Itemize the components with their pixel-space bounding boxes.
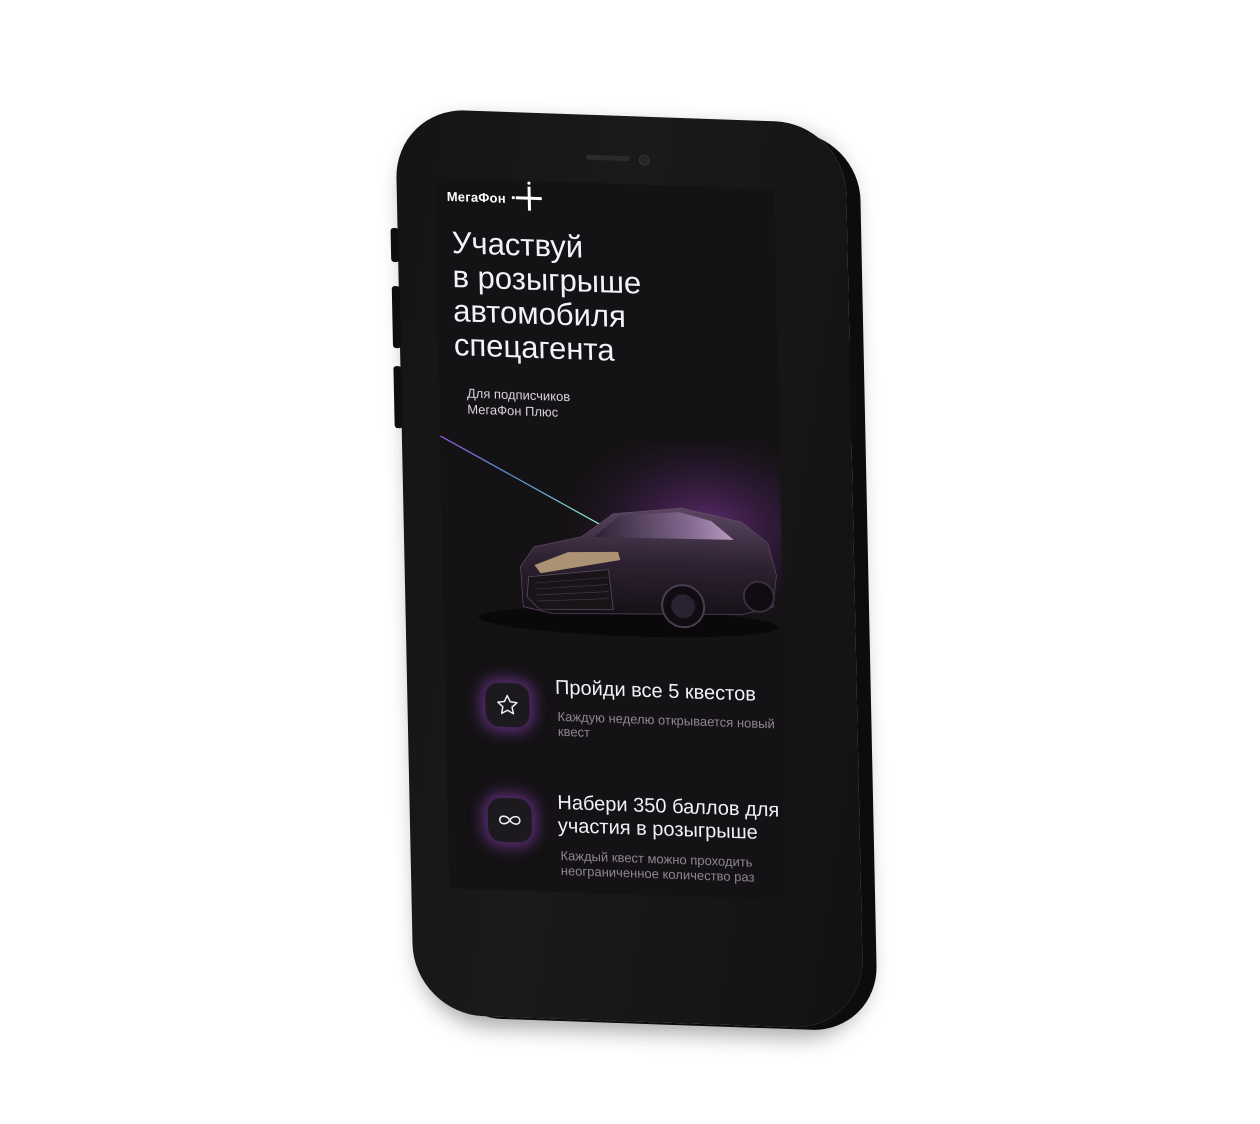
front-camera xyxy=(638,154,650,166)
promo-headline: Участвуй в розыгрыше автомобиля спецаген… xyxy=(451,225,714,371)
volume-down-button xyxy=(393,366,403,429)
promo-subtitle: Для подписчиков МегаФон Плюс xyxy=(467,386,688,426)
megafon-logo: МегаФон xyxy=(446,181,542,211)
star-icon xyxy=(497,694,518,715)
feature-title: Пройди все 5 квестов xyxy=(554,676,757,706)
car-illustration xyxy=(439,435,785,678)
car-image xyxy=(439,435,785,678)
power-button xyxy=(848,343,859,440)
phone-screen: МегаФон Участвуй в розыгрыше автомобиля … xyxy=(434,177,790,900)
logo-plus-icon xyxy=(511,181,542,211)
infinity-icon xyxy=(499,815,521,825)
feature-points: Набери 350 баллов для участия в розыгрыш… xyxy=(487,789,779,885)
mute-switch xyxy=(390,227,400,263)
feature-description: Каждую неделю открывается новый квест xyxy=(557,708,775,740)
logo-text: МегаФон xyxy=(446,188,506,206)
feature-icon-badge xyxy=(487,797,533,843)
volume-up-button xyxy=(391,285,402,349)
earpiece-speaker xyxy=(585,154,630,162)
phone-mockup: МегаФон Участвуй в розыгрыше автомобиля … xyxy=(390,108,864,1030)
feature-title: Набери 350 баллов для участия в розыгрыш… xyxy=(557,791,780,844)
feature-icon-badge xyxy=(484,682,530,728)
canvas: МегаФон Участвуй в розыгрыше автомобиля … xyxy=(0,0,1260,1124)
feature-description: Каждый квест можно проходить неограничен… xyxy=(560,847,755,885)
